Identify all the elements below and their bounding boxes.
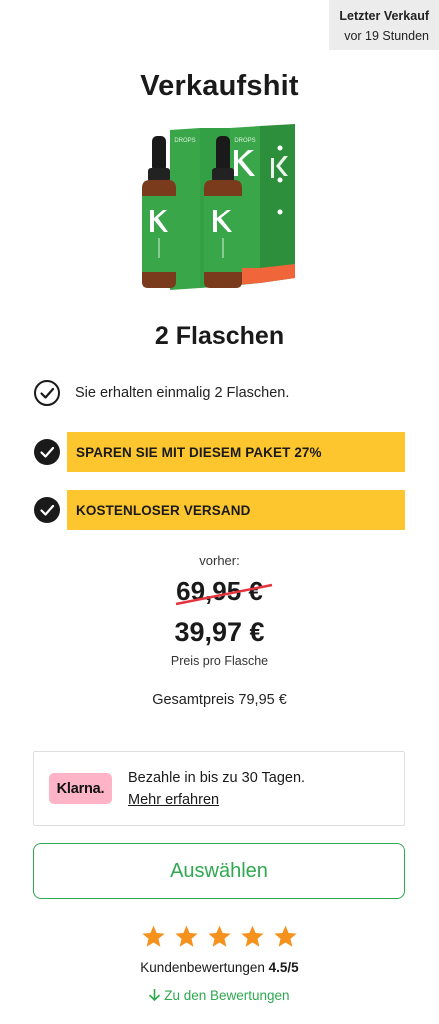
total-price: Gesamtpreis 79,95 € <box>152 692 287 708</box>
klarna-learn-more-link[interactable]: Mehr erfahren <box>128 789 305 811</box>
before-label: vorher: <box>199 553 240 568</box>
check-circle-filled-icon <box>34 439 60 465</box>
variant-title: 2 Flaschen <box>154 322 285 350</box>
savings-banner: SPAREN SIE MIT DIESEM PAKET 27% <box>67 432 405 472</box>
reviews-link-label[interactable]: Zu den Bewertungen <box>164 988 289 1003</box>
rating-label: Kundenbewertungen <box>140 960 269 975</box>
rating-score: 4.5/5 <box>268 960 299 975</box>
check-circle-filled-icon <box>34 497 60 523</box>
product-bottles-image: DROPS DROPS <box>142 124 295 290</box>
feature-savings: SPAREN SIE MIT DIESEM PAKET 27% <box>33 432 405 472</box>
klarna-logo: Klarna. <box>49 773 112 804</box>
new-price: 39,97 € <box>174 617 265 647</box>
star-icon <box>208 925 231 947</box>
old-price-wrap: 69,95 € <box>175 576 273 607</box>
feature-free-shipping: KOSTENLOSER VERSAND <box>33 490 405 530</box>
arrow-down-icon <box>149 988 161 1001</box>
svg-text:DROPS: DROPS <box>174 138 195 144</box>
feature-text: Sie erhalten einmalig 2 Flaschen. <box>75 385 290 401</box>
reviews-link[interactable]: Zu den Bewertungen <box>0 988 439 1003</box>
page-title: Verkaufshit <box>140 70 299 102</box>
per-bottle-label: Preis pro Flasche <box>170 654 269 668</box>
star-icon <box>274 925 297 947</box>
klarna-info: Bezahle in bis zu 30 Tagen. Mehr erfahre… <box>128 767 305 811</box>
star-icon <box>175 925 198 947</box>
check-circle-outline-icon <box>34 380 60 406</box>
svg-text:DROPS: DROPS <box>234 138 255 144</box>
star-icon <box>142 925 165 947</box>
feature-once-two-bottles: Sie erhalten einmalig 2 Flaschen. <box>33 379 289 407</box>
klarna-text: Bezahle in bis zu 30 Tagen. <box>128 769 306 786</box>
free-shipping-banner: KOSTENLOSER VERSAND <box>67 490 405 530</box>
rating-summary: Kundenbewertungen 4.5/5 <box>0 960 439 975</box>
price-block: vorher: 69,95 € 39,97 € Preis pro Flasch… <box>0 550 439 708</box>
last-sale-badge: Letzter Verkauf vor 19 Stunden <box>329 0 439 50</box>
last-sale-time: vor 19 Stunden <box>344 29 429 43</box>
old-price: 69,95 € <box>176 576 263 606</box>
klarna-box: Klarna. Bezahle in bis zu 30 Tagen. Mehr… <box>33 751 405 826</box>
star-icon <box>241 925 264 947</box>
rating-stars <box>0 924 439 949</box>
last-sale-label: Letzter Verkauf <box>339 9 429 23</box>
select-button[interactable]: Auswählen <box>33 843 405 899</box>
